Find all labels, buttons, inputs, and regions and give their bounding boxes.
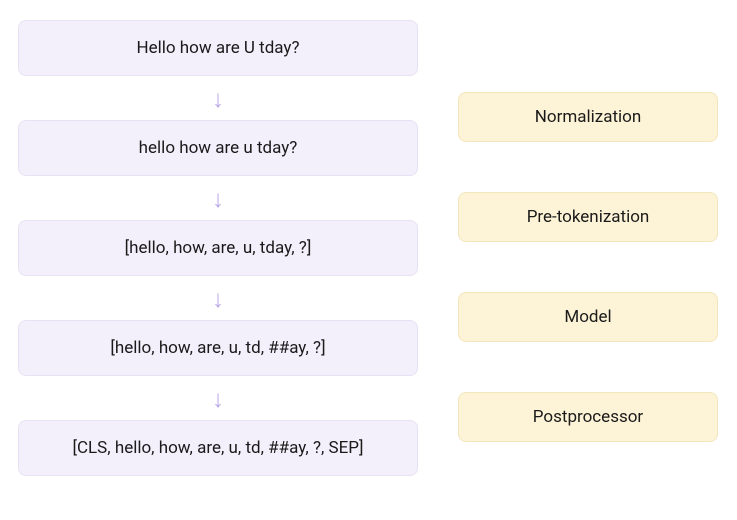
arrow-down-icon: ↓	[212, 276, 224, 320]
diagram-container: Hello how are U tday? ↓ hello how are u …	[0, 0, 737, 496]
stage-pretokenized: [hello, how, are, u, tday, ?]	[18, 220, 418, 276]
stage-input-text: Hello how are U tday?	[136, 38, 299, 58]
stage-postprocessed-text: [CLS, hello, how, are, u, td, ##ay, ?, S…	[72, 438, 363, 458]
pipeline-column: Hello how are U tday? ↓ hello how are u …	[18, 20, 418, 476]
label-model-text: Model	[564, 307, 611, 327]
arrow-glyph: ↓	[212, 387, 224, 411]
label-model: Model	[458, 292, 718, 342]
stage-normalized: hello how are u tday?	[18, 120, 418, 176]
labels-column: Normalization Pre-tokenization Model Pos…	[458, 20, 718, 476]
stage-input: Hello how are U tday?	[18, 20, 418, 76]
stage-model: [hello, how, are, u, td, ##ay, ?]	[18, 320, 418, 376]
arrow-glyph: ↓	[212, 87, 224, 111]
label-postprocessor: Postprocessor	[458, 392, 718, 442]
stage-pretokenized-text: [hello, how, are, u, tday, ?]	[125, 238, 312, 258]
label-pretokenization: Pre-tokenization	[458, 192, 718, 242]
arrow-glyph: ↓	[212, 187, 224, 211]
arrow-down-icon: ↓	[212, 376, 224, 420]
label-normalization-text: Normalization	[535, 107, 641, 127]
arrow-glyph: ↓	[212, 287, 224, 311]
stage-postprocessed: [CLS, hello, how, are, u, td, ##ay, ?, S…	[18, 420, 418, 476]
arrow-down-icon: ↓	[212, 176, 224, 220]
label-postprocessor-text: Postprocessor	[533, 407, 643, 427]
label-normalization: Normalization	[458, 92, 718, 142]
label-pretokenization-text: Pre-tokenization	[527, 207, 650, 227]
stage-model-text: [hello, how, are, u, td, ##ay, ?]	[110, 338, 325, 358]
stage-normalized-text: hello how are u tday?	[139, 138, 298, 158]
arrow-down-icon: ↓	[212, 76, 224, 120]
